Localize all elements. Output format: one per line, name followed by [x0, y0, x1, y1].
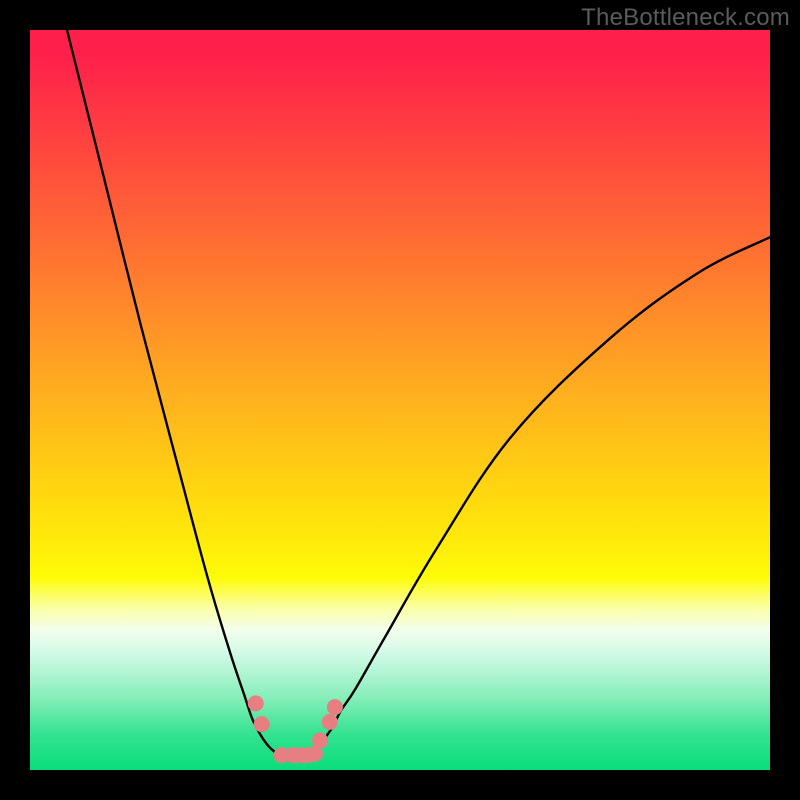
right-curve: [311, 237, 770, 755]
bottom-marker: [312, 732, 328, 748]
bottom-marker: [248, 695, 264, 711]
bottom-marker-group: [248, 695, 343, 763]
plot-area: [30, 30, 770, 770]
bottom-marker: [322, 714, 338, 730]
watermark-text: TheBottleneck.com: [581, 4, 790, 32]
bottom-marker: [327, 699, 343, 715]
left-curve: [67, 30, 282, 755]
curve-overlay: [30, 30, 770, 770]
chart-frame: TheBottleneck.com: [0, 0, 800, 800]
bottom-marker: [254, 716, 270, 732]
